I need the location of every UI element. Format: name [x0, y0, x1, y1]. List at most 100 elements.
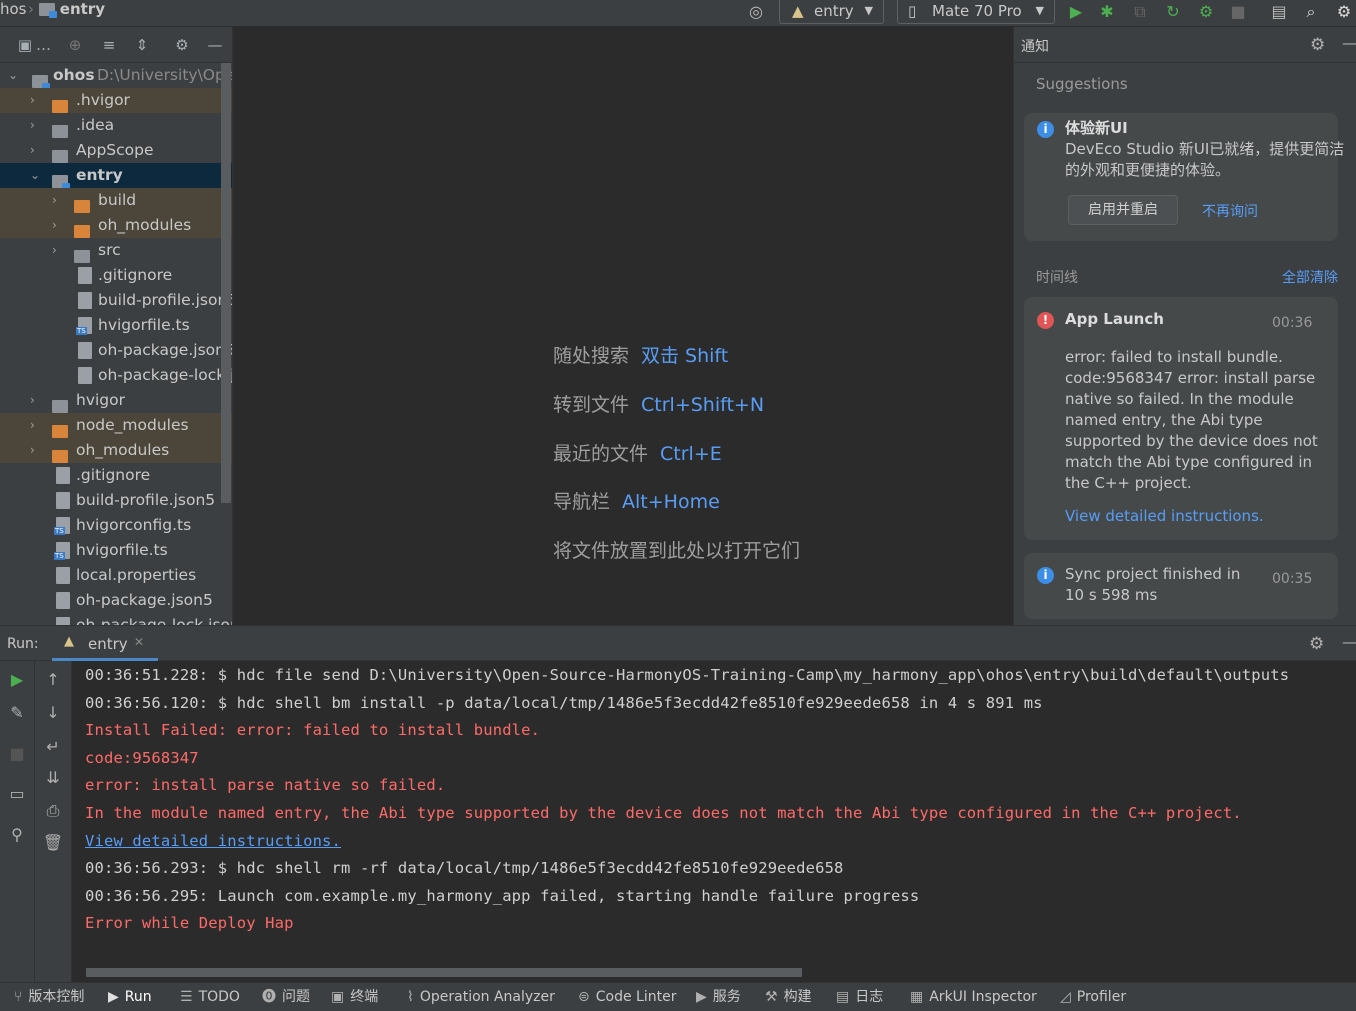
tree-item[interactable]: hvigorfile.ts [0, 538, 232, 563]
console-hscrollbar[interactable] [86, 968, 802, 977]
tree-item[interactable]: › oh_modules [0, 438, 232, 463]
tool-window-label: 构建 [783, 989, 812, 1005]
pin-icon[interactable]: ⚲ [6, 824, 28, 846]
tree-item[interactable]: local.properties [0, 563, 232, 588]
project-toolbar: ▣ … ⊕ ≡ ⇕ ⚙ — [0, 27, 233, 63]
file-icon [56, 567, 70, 584]
tool-window-profiler[interactable]: ◿ Profiler [1060, 983, 1126, 1011]
suggestion-card: i 体验新UI DevEco Studio 新UI已就绪，提供更简洁的外观和更便… [1024, 113, 1344, 241]
hide-panel-icon[interactable]: — [1342, 633, 1356, 651]
tool-window-problems[interactable]: ⓿ 问题 [262, 983, 310, 1011]
search-icon[interactable]: ⌕ [1302, 3, 1320, 21]
arrow-down-icon[interactable]: ↓ [42, 702, 64, 724]
folder-icon [32, 75, 50, 88]
tool-window-todo[interactable]: ☰ TODO [180, 983, 240, 1011]
rerun-icon[interactable]: ▶ [6, 669, 28, 691]
excluded-folder-icon [52, 100, 68, 113]
sync-title: Sync project finished in 10 s 598 ms [1065, 565, 1241, 604]
view-instructions-link[interactable]: View detailed instructions. [1065, 506, 1264, 527]
console-line: 00:36:56.295: Launch com.example.my_harm… [85, 886, 920, 905]
hide-panel-icon[interactable]: — [206, 36, 224, 54]
layout-icon[interactable]: ▭ [6, 783, 28, 805]
tool-window-run[interactable]: ▶ Run [108, 983, 152, 1011]
attach-debugger-icon[interactable]: ⧉ [1131, 3, 1149, 21]
scroll-to-end-icon[interactable]: ⇊ [42, 767, 64, 789]
tree-item[interactable]: › hvigor [0, 388, 232, 413]
debug-icon[interactable]: ✱ [1098, 3, 1116, 21]
tab-entry[interactable]: ▲ entry ✕ [52, 626, 158, 661]
project-view-icon[interactable]: ▣ [16, 36, 34, 54]
tree-root-ohos[interactable]: ⌄ ohos D:\University\Oper [0, 63, 232, 88]
soft-wrap-icon[interactable]: ↵ [42, 736, 64, 758]
tree-item[interactable]: oh-package.json5 [0, 338, 232, 363]
tree-item[interactable]: oh-package-lock.js [0, 363, 232, 388]
project-structure-icon[interactable]: ▤ [1270, 3, 1288, 21]
target-icon[interactable]: ◎ [747, 3, 765, 21]
notifications-title: 通知 [1021, 39, 1049, 55]
root-name: ohos [53, 66, 95, 84]
arrow-up-icon[interactable]: ↑ [42, 669, 64, 691]
trash-icon[interactable]: 🗑 [42, 832, 64, 854]
tree-item[interactable]: oh-package.json5 [0, 588, 232, 613]
stop-icon[interactable]: ■ [6, 743, 28, 765]
tree-item[interactable]: › src [0, 238, 232, 263]
expand-all-icon[interactable]: ≡ [100, 36, 118, 54]
tool-window-version-control[interactable]: ⑂ 版本控制 [14, 983, 84, 1011]
tree-item[interactable]: .gitignore [0, 263, 232, 288]
tool-window-log[interactable]: ▤ 日志 [836, 983, 883, 1011]
tree-item[interactable]: › AppScope [0, 138, 232, 163]
tree-item[interactable]: hvigorfile.ts [0, 313, 232, 338]
tree-item[interactable]: › .idea [0, 113, 232, 138]
rerun-icon[interactable]: ↻ [1164, 3, 1182, 21]
more-icon[interactable]: … [36, 36, 51, 54]
tool-window-label: Code Linter [595, 989, 677, 1005]
tree-item[interactable]: › oh_modules [0, 213, 232, 238]
clear-all-link[interactable]: 全部清除 [1282, 267, 1338, 287]
breadcrumb-entry[interactable]: entry [39, 0, 105, 20]
console-line: 00:36:51.228: $ hdc file send D:\Univers… [85, 666, 1290, 684]
build-icon: ⚒ [765, 989, 778, 1005]
tree-item[interactable]: ⌄ entry [0, 163, 232, 188]
enable-restart-button[interactable]: 启用并重启 [1068, 195, 1178, 225]
tree-item[interactable]: › node_modules [0, 413, 232, 438]
breadcrumb-root[interactable]: hos [0, 0, 27, 20]
tool-window-code-linter[interactable]: ⊜ Code Linter [578, 983, 676, 1011]
console-line: Error while Deploy Hap [85, 914, 294, 933]
settings-gear-icon[interactable]: ⚙ [1309, 634, 1324, 654]
run-config-dropdown[interactable]: ▲ entry ▼ [779, 0, 884, 24]
run-icon[interactable]: ▶ [1067, 3, 1085, 21]
tree-item[interactable]: build-profile.json5 [0, 488, 232, 513]
locate-file-icon[interactable]: ⊕ [66, 36, 84, 54]
apply-changes-icon[interactable]: ⚙ [1197, 3, 1215, 21]
tree-item[interactable]: build-profile.json5 [0, 288, 232, 313]
hide-panel-icon[interactable]: — [1342, 34, 1356, 52]
console-link[interactable]: View detailed instructions. [85, 832, 341, 850]
tool-window-terminal[interactable]: ▣ 终端 [331, 983, 378, 1011]
editor-hint: 最近的文件 Ctrl+E [553, 439, 722, 466]
close-tab-icon[interactable]: ✕ [134, 635, 144, 649]
typescript-file-icon [54, 542, 70, 560]
print-icon[interactable]: ⎙ [42, 800, 64, 822]
tree-item[interactable]: .gitignore [0, 463, 232, 488]
tree-item[interactable]: › .hvigor [0, 88, 232, 113]
editor-empty-area: 随处搜索 双击 Shift 转到文件 Ctrl+Shift+N 最近的文件 Ctrl+E 导… [233, 27, 1013, 625]
tree-item[interactable]: › build [0, 188, 232, 213]
wrench-icon[interactable]: ✎ [6, 702, 28, 724]
tool-window-services[interactable]: ▶ 服务 [696, 983, 741, 1011]
tool-window-label: Operation Analyzer [419, 989, 555, 1005]
tool-window-arkui-inspector[interactable]: ▦ ArkUI Inspector [910, 983, 1037, 1011]
collapse-all-icon[interactable]: ⇕ [133, 36, 151, 54]
device-dropdown[interactable]: ▯ Mate 70 Pro ▼ [897, 0, 1055, 24]
tool-window-build[interactable]: ⚒ 构建 [765, 983, 812, 1011]
notifications-panel: 通知 ⚙ — Suggestions i 体验新UI DevEco Studio… [1013, 27, 1356, 625]
tree-scrollbar[interactable] [221, 63, 231, 503]
settings-gear-icon[interactable]: ⚙ [1335, 3, 1353, 21]
settings-gear-icon[interactable]: ⚙ [173, 36, 191, 54]
tool-window-operation-analyzer[interactable]: ⌇ Operation Analyzer [407, 983, 555, 1011]
stop-icon[interactable]: ■ [1229, 3, 1247, 21]
settings-gear-icon[interactable]: ⚙ [1310, 35, 1325, 55]
folder-icon [52, 400, 68, 413]
dont-ask-link[interactable]: 不再询问 [1202, 201, 1258, 221]
tree-item[interactable]: hvigorconfig.ts [0, 513, 232, 538]
run-console[interactable]: 00:36:51.228: $ hdc file send D:\Univers… [72, 661, 1356, 983]
